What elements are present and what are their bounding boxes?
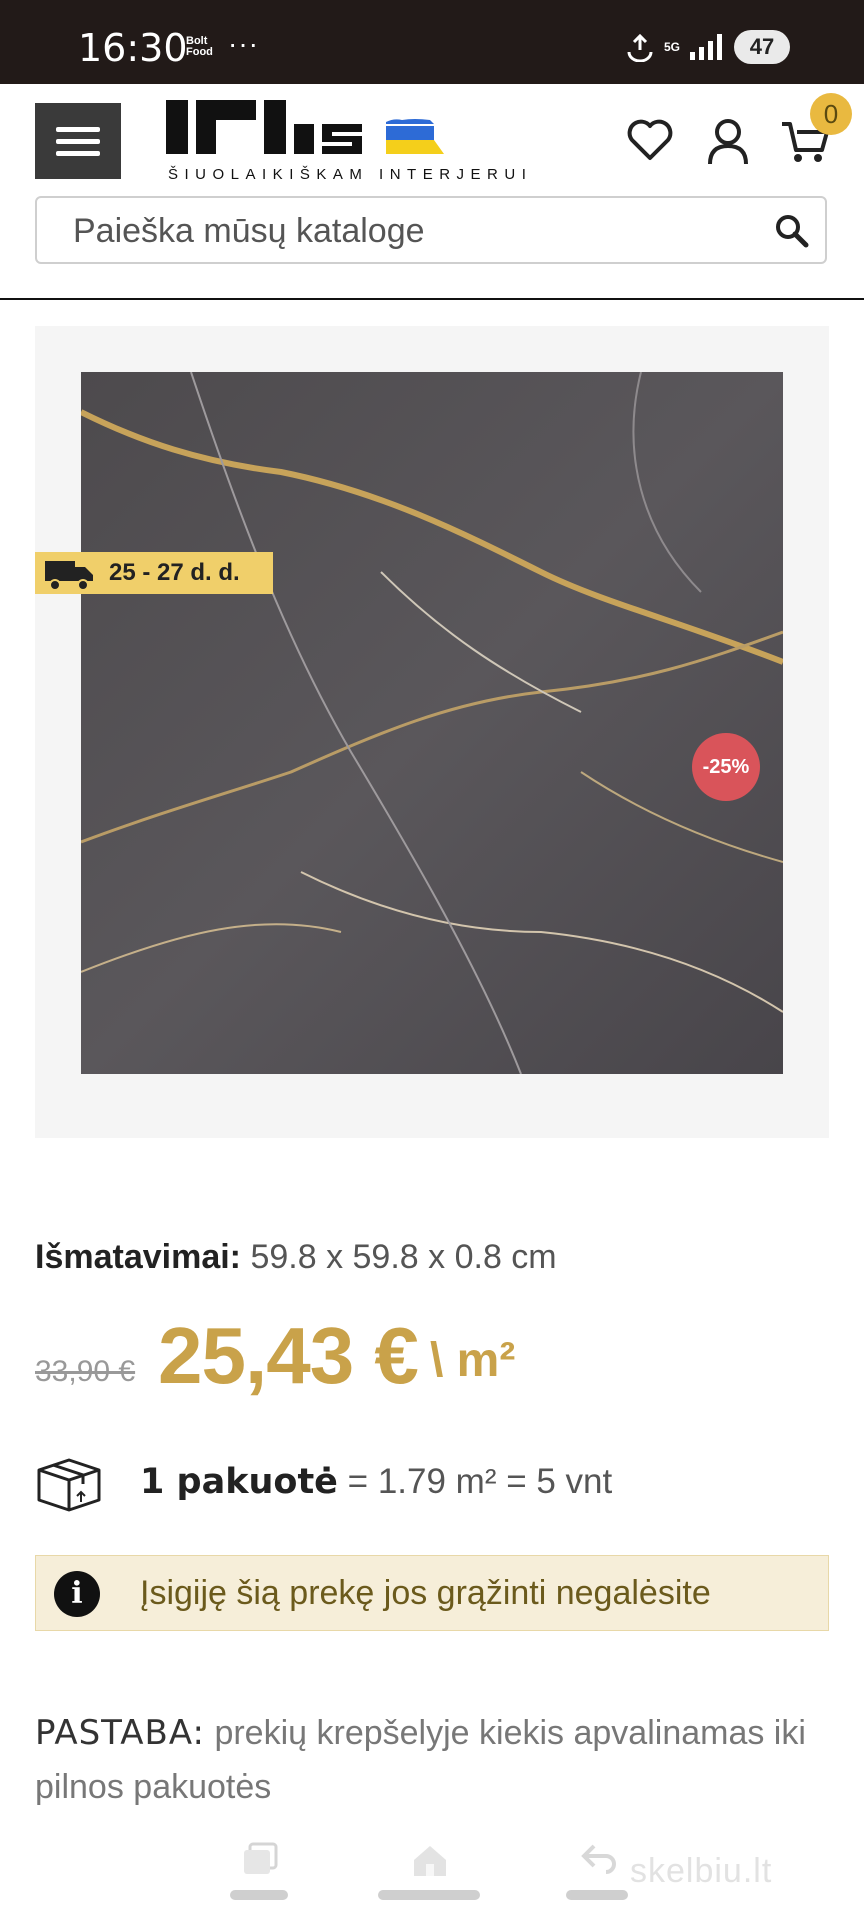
package-box-icon	[37, 1458, 101, 1512]
info-icon: i	[54, 1571, 100, 1617]
discount-badge: -25%	[692, 733, 760, 801]
dimensions-label: Išmatavimai:	[35, 1238, 241, 1276]
more-notifications-icon: ···	[228, 28, 259, 59]
header-divider	[0, 298, 864, 300]
nav-pill-right	[566, 1890, 628, 1900]
menu-icon-bar	[56, 138, 100, 144]
bolt-food-notification-icon: Bolt Food	[186, 35, 213, 58]
status-time: 16:30	[78, 26, 188, 70]
package-info: 1 pakuotė = 1.79 m² = 5 vnt	[140, 1462, 612, 1502]
battery-indicator: 47	[734, 30, 790, 64]
heart-icon[interactable]	[626, 118, 674, 162]
notice-text: Įsigiję šią prekę jos grąžinti negalėsit…	[140, 1574, 711, 1612]
home-icon[interactable]	[410, 1842, 450, 1878]
delivery-time: 25 - 27 d. d.	[109, 559, 240, 586]
price-unit: \ m²	[430, 1334, 516, 1387]
hotspot-icon	[627, 33, 653, 62]
return-policy-notice: i Įsigiję šią prekę jos grąžinti negalės…	[35, 1555, 829, 1631]
status-indicators: 5G 47	[626, 30, 790, 64]
recent-apps-icon[interactable]	[242, 1842, 278, 1876]
back-icon[interactable]	[580, 1842, 616, 1876]
nav-pill-center	[378, 1890, 480, 1900]
logo-tagline: ŠIUOLAIKIŠKAM INTERJERUI	[168, 166, 533, 183]
dimensions-value: 59.8 x 59.8 x 0.8 cm	[250, 1238, 557, 1276]
search-placeholder: Paieška mūsų kataloge	[73, 212, 425, 250]
menu-icon-bar	[56, 126, 100, 132]
menu-button[interactable]	[35, 103, 121, 179]
product-image[interactable]	[81, 372, 783, 1074]
price: 25,43 €	[158, 1311, 419, 1400]
delivery-time-badge: 25 - 27 d. d.	[35, 552, 273, 594]
old-price: 33,90 €	[35, 1355, 136, 1388]
menu-icon-bar	[56, 150, 100, 156]
package-label: 1 pakuotė	[140, 1462, 338, 1502]
dimensions: Išmatavimai: 59.8 x 59.8 x 0.8 cm	[35, 1238, 557, 1277]
watermark: skelbiu.lt	[630, 1852, 773, 1890]
user-icon[interactable]	[706, 118, 750, 166]
note-label: PASTABA:	[35, 1713, 205, 1753]
truck-icon	[45, 561, 93, 591]
status-bar: 16:30 Bolt Food ··· 5G 47	[0, 0, 864, 84]
nav-pill-left	[230, 1890, 288, 1900]
signal-icon	[690, 34, 722, 60]
quantity-note: PASTABA: prekių krepšelyje kiekis apvali…	[35, 1706, 835, 1814]
search-icon[interactable]	[773, 212, 811, 250]
network-type: 5G	[663, 40, 680, 54]
search-input[interactable]: Paieška mūsų kataloge	[35, 196, 827, 264]
package-value: = 1.79 m² = 5 vnt	[347, 1462, 613, 1501]
cart-count-badge: 0	[810, 93, 852, 135]
